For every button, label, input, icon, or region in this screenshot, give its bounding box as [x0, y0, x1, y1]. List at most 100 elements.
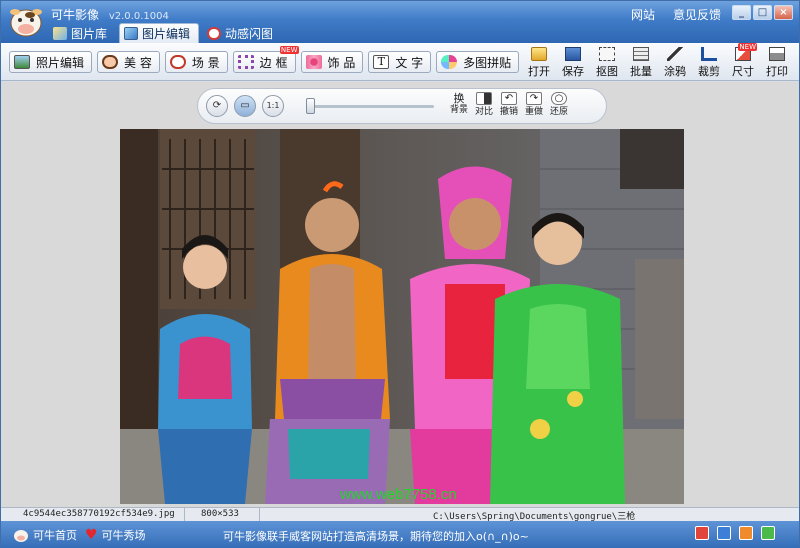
restore-button[interactable]: ○ 还原 — [548, 92, 570, 120]
pencil-icon — [667, 47, 683, 61]
frame-button[interactable]: 边 框 NEW — [232, 46, 299, 73]
close-button[interactable]: × — [774, 5, 793, 20]
title-bar[interactable]: 可牛影像 v2.0.0.1004 网站 意见反馈 _ □ × 图片库 图片编辑 … — [1, 1, 799, 43]
cutout-icon — [599, 47, 615, 61]
undo-icon: ↶ — [501, 92, 517, 105]
status-divider — [184, 508, 185, 522]
rotate-icon: ⟳ — [212, 100, 222, 111]
print-label: 打印 — [766, 65, 788, 78]
resize-button[interactable]: NEW 尺寸 — [727, 43, 759, 79]
status-divider — [259, 508, 260, 522]
zoom-slider-thumb[interactable] — [306, 98, 315, 114]
actual-size-button[interactable]: 1:1 — [262, 95, 284, 117]
compare-label: 对比 — [474, 107, 493, 117]
toolbar-left: 照片编辑 美 容 场 景 边 框 NEW 饰 品 T 文 字 多图拼贴 — [9, 46, 520, 73]
edit-bar: ⟳ ▭ 1:1 换 背景 对比 ↶ 撤销 ↷ 重做 ○ 还原 — [197, 88, 607, 124]
undo-button[interactable]: ↶ 撤销 — [498, 92, 520, 120]
cutout-button[interactable]: 抠图 — [591, 47, 623, 79]
main-tabs: 图片库 图片编辑 动感闪图 — [49, 23, 281, 43]
crop-label: 裁剪 — [698, 65, 720, 78]
beauty-label: 美 容 — [124, 55, 152, 70]
bottom-bar: 可牛首页 ♥ 可牛秀场 可牛影像联手威客网站打造高清场景，期待您的加入o(∩_∩… — [1, 521, 799, 548]
text-icon: T — [373, 55, 390, 69]
zoom-slider-track[interactable] — [310, 105, 434, 108]
status-filename: 4c9544ec358770192cf534e9.jpg — [23, 509, 175, 519]
doodle-button[interactable]: 涂鸦 — [659, 47, 691, 79]
actual-size-label: 1:1 — [266, 101, 280, 110]
home-link[interactable]: 可牛首页 — [13, 527, 77, 543]
toolbar: 照片编辑 美 容 场 景 边 框 NEW 饰 品 T 文 字 多图拼贴 打开 保… — [1, 43, 799, 81]
save-button[interactable]: 保存 — [557, 47, 589, 79]
scene-button[interactable]: 场 景 — [164, 51, 228, 73]
undo-label: 撤销 — [499, 107, 518, 117]
green-app-icon[interactable] — [761, 526, 775, 540]
photo-edit-icon — [14, 55, 30, 69]
gallery-icon — [53, 26, 67, 40]
maximize-button[interactable]: □ — [753, 5, 772, 20]
window-controls: _ □ × — [732, 5, 793, 20]
compare-button[interactable]: 对比 — [473, 92, 495, 120]
rotate-button[interactable]: ⟳ — [206, 95, 228, 117]
cow-home-icon — [14, 530, 28, 542]
tab-gallery-label: 图片库 — [71, 26, 108, 41]
fit-screen-button[interactable]: ▭ — [234, 95, 256, 117]
redo-button[interactable]: ↷ 重做 — [523, 92, 545, 120]
accessory-button[interactable]: 饰 品 — [300, 51, 364, 73]
collage-icon — [441, 55, 458, 69]
tab-image-edit-label: 图片编辑 — [142, 27, 191, 41]
website-link[interactable]: 网站 — [631, 6, 655, 23]
photo-canvas[interactable]: www.web7758.cn — [120, 129, 684, 504]
news-ticker[interactable]: 可牛影像联手威客网站打造高清场景，期待您的加入o(∩_∩)o~ — [223, 528, 529, 544]
crop-icon — [701, 47, 717, 61]
compare-icon — [476, 92, 492, 105]
crop-button[interactable]: 裁剪 — [693, 47, 725, 79]
watermark: www.web7758.cn — [339, 486, 457, 503]
resize-label: 尺寸 — [732, 65, 754, 78]
minimize-button[interactable]: _ — [732, 5, 751, 20]
batch-icon — [633, 47, 649, 61]
cutout-label: 抠图 — [596, 65, 618, 78]
text-button[interactable]: T 文 字 — [368, 51, 432, 73]
tab-image-edit[interactable]: 图片编辑 — [119, 23, 200, 43]
show-link[interactable]: ♥ 可牛秀场 — [85, 527, 146, 543]
frame-icon — [237, 55, 254, 69]
toolbar-right: 打开 保存 抠图 批量 涂鸦 裁剪 NEW 尺寸 打印 — [523, 43, 793, 79]
red-app-icon[interactable] — [695, 526, 709, 540]
blue-app-icon[interactable] — [717, 526, 731, 540]
edited-photo: www.web7758.cn — [120, 129, 684, 504]
open-icon — [531, 47, 547, 61]
home-label: 可牛首页 — [33, 529, 77, 542]
photo-edit-label: 照片编辑 — [36, 55, 85, 70]
new-badge: NEW — [738, 43, 757, 51]
save-icon — [565, 47, 581, 61]
bottom-icons — [695, 526, 775, 540]
open-button[interactable]: 打开 — [523, 47, 555, 79]
batch-label: 批量 — [630, 65, 652, 78]
app-version: v2.0.0.1004 — [108, 11, 169, 22]
print-button[interactable]: 打印 — [761, 47, 793, 79]
scene-icon — [169, 55, 186, 69]
collage-label: 多图拼贴 — [463, 55, 512, 70]
title-links: 网站 意见反馈 — [631, 6, 721, 23]
change-label-top: 换 — [453, 92, 465, 105]
status-dimensions: 800×533 — [201, 509, 239, 519]
flash-icon — [207, 26, 222, 40]
redo-label: 重做 — [524, 107, 543, 117]
photo-edit-button[interactable]: 照片编辑 — [9, 51, 93, 73]
restore-icon: ○ — [551, 92, 567, 105]
feedback-link[interactable]: 意见反馈 — [673, 6, 721, 23]
collage-button[interactable]: 多图拼贴 — [436, 51, 520, 73]
orange-app-icon[interactable] — [739, 526, 753, 540]
beauty-icon — [102, 55, 119, 69]
scene-label: 场 景 — [191, 55, 220, 70]
save-label: 保存 — [562, 65, 584, 78]
batch-button[interactable]: 批量 — [625, 47, 657, 79]
beauty-button[interactable]: 美 容 — [97, 51, 160, 73]
change-background-label: 背景 — [449, 105, 468, 115]
tab-gallery[interactable]: 图片库 — [49, 23, 115, 43]
new-badge: NEW — [279, 46, 299, 54]
heart-icon: ♥ — [85, 527, 98, 543]
restore-label: 还原 — [549, 107, 568, 117]
change-background-button[interactable]: 换 背景 — [448, 92, 470, 120]
tab-flash[interactable]: 动感闪图 — [203, 23, 281, 43]
